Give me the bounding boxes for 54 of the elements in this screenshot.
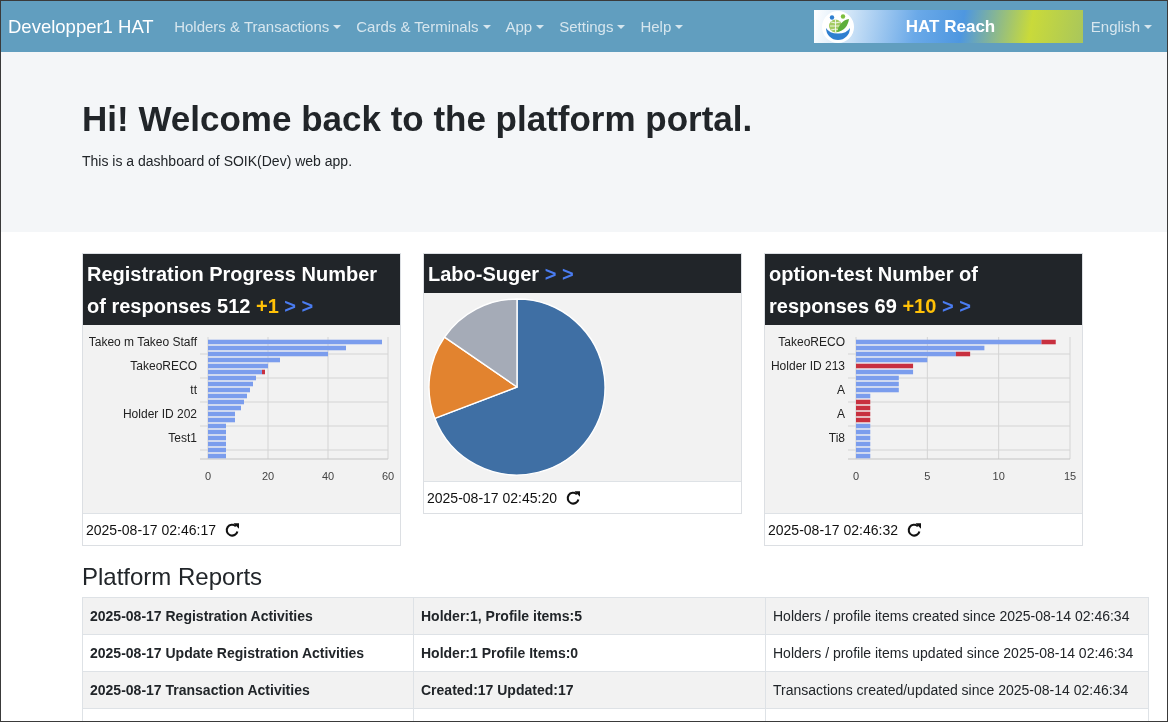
category-label: tt bbox=[190, 383, 197, 398]
refresh-icon[interactable] bbox=[565, 489, 581, 506]
nav-menu-item[interactable]: Cards & Terminals bbox=[348, 18, 498, 35]
table-cell: 2025-08-17 Registration Activities bbox=[83, 598, 414, 635]
category-label: A bbox=[837, 407, 845, 422]
card-title: Registration Progress Number of responses 512 +1 > > bbox=[87, 262, 379, 319]
hero-subtitle: This is a dashboard of SOIK(Dev) web app. bbox=[82, 152, 353, 171]
caret-icon bbox=[333, 24, 342, 29]
category-label: Takeo m Takeo Staff bbox=[88, 335, 197, 350]
axis-tick-label: 0 bbox=[852, 470, 860, 482]
more-link[interactable]: > > bbox=[544, 263, 574, 285]
axis-tick-label: 0 bbox=[204, 470, 212, 482]
table-cell: Holder:1, Profile items:5 bbox=[414, 598, 766, 635]
category-label: Holder ID 202 bbox=[122, 407, 197, 422]
category-label: Ti8 bbox=[828, 431, 845, 446]
card-title: Labo-Suger > > bbox=[428, 262, 575, 287]
axis-tick-label: 10 bbox=[992, 470, 1005, 482]
category-label: Holder ID 213 bbox=[770, 359, 845, 374]
category-label: A bbox=[837, 383, 845, 398]
table-cell: Holders / profile items created since 2025-08-14 02:46:34 bbox=[766, 598, 1149, 635]
caret-icon bbox=[482, 24, 491, 29]
brand-link[interactable]: Developper1 HAT bbox=[8, 15, 154, 38]
section-title: Platform Reports bbox=[82, 562, 263, 591]
axis-tick-label: 60 bbox=[381, 470, 395, 482]
logo-text: HAT Reach bbox=[905, 16, 996, 37]
axis-tick-label: 40 bbox=[321, 470, 335, 482]
nav-menu-item[interactable]: Holders & Transactions bbox=[166, 18, 349, 35]
nav-menu-item[interactable]: Settings bbox=[551, 18, 633, 35]
more-link[interactable]: > > bbox=[941, 295, 971, 317]
nav-menu-item[interactable]: Help bbox=[632, 18, 691, 35]
axis-tick-label: 5 bbox=[924, 470, 931, 482]
table-cell: 2025-08-17 Transaction Activities bbox=[83, 672, 414, 709]
caret-icon bbox=[617, 24, 626, 29]
category-label: TakeoRECO bbox=[778, 335, 845, 350]
nav-menu-item[interactable]: App bbox=[498, 18, 552, 35]
card-title: option-test Number of responses 69 +10 > > bbox=[769, 262, 979, 319]
leaf-logo-icon bbox=[821, 10, 854, 43]
category-label: TakeoRECO bbox=[130, 359, 197, 374]
axis-tick-label: 15 bbox=[1063, 470, 1077, 482]
language-menu[interactable]: English bbox=[1090, 18, 1152, 35]
caret-icon bbox=[675, 24, 684, 29]
caret-icon bbox=[536, 24, 545, 29]
updated-time: 2025-08-17 02:46:17 bbox=[86, 521, 216, 538]
table-cell: Created:17 Updated:17 bbox=[414, 672, 766, 709]
caret-icon bbox=[1144, 24, 1152, 29]
table-cell: Transactions created/updated since 2025-08-14 02:46:34 bbox=[766, 672, 1149, 709]
refresh-icon[interactable] bbox=[906, 521, 922, 538]
category-label: Test1 bbox=[168, 431, 197, 446]
updated-time: 2025-08-17 02:45:20 bbox=[427, 489, 557, 506]
axis-tick-label: 20 bbox=[261, 470, 275, 482]
hero-title: Hi! Welcome back to the platform portal. bbox=[82, 98, 753, 140]
more-link[interactable]: > > bbox=[284, 295, 314, 317]
refresh-icon[interactable] bbox=[224, 521, 240, 538]
updated-time: 2025-08-17 02:46:32 bbox=[768, 521, 898, 538]
